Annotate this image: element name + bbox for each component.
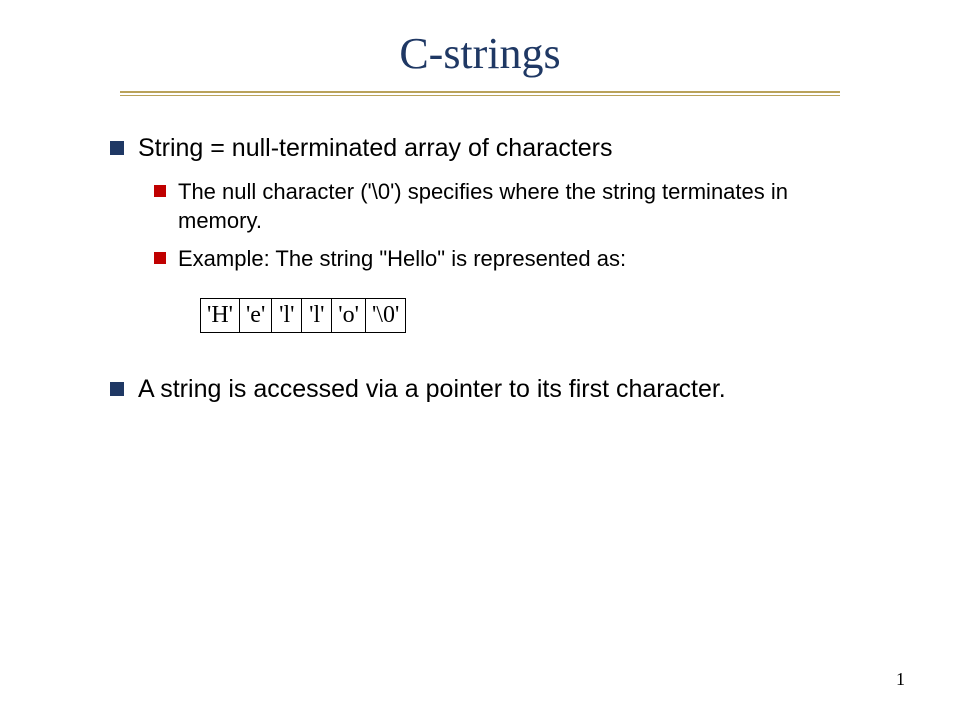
char-array-table: 'H' 'e' 'l' 'l' 'o' '\0' — [200, 298, 406, 333]
bullet-level1: A string is accessed via a pointer to it… — [110, 373, 860, 406]
slide-title: C-strings — [0, 28, 960, 79]
bullet-text: Example: The string "Hello" is represent… — [178, 244, 626, 274]
bullet-square-icon — [154, 185, 166, 197]
content-area: String = null-terminated array of charac… — [0, 132, 960, 405]
bullet-text: A string is accessed via a pointer to it… — [138, 373, 726, 406]
bullet-text: String = null-terminated array of charac… — [138, 132, 613, 165]
char-cell: 'l' — [272, 298, 302, 332]
divider-line-top — [120, 91, 840, 93]
page-number: 1 — [896, 669, 905, 690]
bullet-text: The null character ('\0') specifies wher… — [178, 177, 860, 236]
char-cell: '\0' — [365, 298, 405, 332]
bullet-level2: Example: The string "Hello" is represent… — [154, 244, 860, 274]
char-cell: 'H' — [201, 298, 240, 332]
char-cell: 'l' — [302, 298, 332, 332]
bullet-square-icon — [154, 252, 166, 264]
bullet-square-icon — [110, 382, 124, 396]
bullet-level2: The null character ('\0') specifies wher… — [154, 177, 860, 236]
slide: C-strings String = null-terminated array… — [0, 0, 960, 720]
title-divider — [120, 91, 840, 96]
char-cell: 'o' — [332, 298, 366, 332]
bullet-level1: String = null-terminated array of charac… — [110, 132, 860, 165]
char-cell: 'e' — [239, 298, 271, 332]
divider-line-bottom — [120, 95, 840, 96]
table-row: 'H' 'e' 'l' 'l' 'o' '\0' — [201, 298, 406, 332]
bullet-square-icon — [110, 141, 124, 155]
